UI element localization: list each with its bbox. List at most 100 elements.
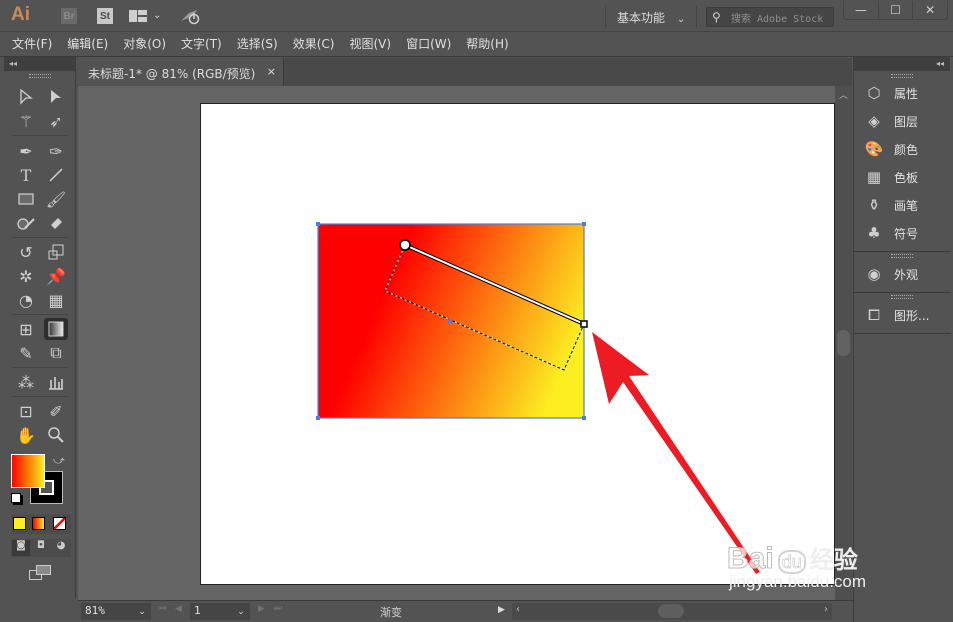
hand-tool[interactable]: ✋ <box>14 424 38 446</box>
panel-brushes[interactable]: ⚱ 画笔 <box>864 196 918 214</box>
menu-view[interactable]: 视图(V) <box>349 33 391 56</box>
horizontal-scrollbar[interactable]: ‹ › <box>512 603 832 620</box>
shaper-tool[interactable] <box>14 212 38 234</box>
app-logo: Ai <box>11 4 30 25</box>
type-tool[interactable]: T <box>14 164 38 186</box>
perspective-grid-tool[interactable]: ▦ <box>44 289 68 311</box>
menu-effect[interactable]: 效果(C) <box>293 33 335 56</box>
document-tab[interactable]: 未标题-1* @ 81% (RGB/预览) × <box>78 58 284 86</box>
gradient-end-handle[interactable] <box>580 320 588 328</box>
pen-tool[interactable]: ✒ <box>14 140 38 162</box>
panel-grip[interactable] <box>28 74 51 78</box>
status-menu-arrow[interactable]: ▶ <box>498 605 505 615</box>
direct-selection-tool[interactable] <box>44 86 68 108</box>
panel-color[interactable]: 🎨 颜色 <box>864 140 918 158</box>
scroll-right-icon[interactable]: › <box>824 604 828 615</box>
stock-search-input[interactable]: ⚲ 搜索 Adobe Stock <box>706 7 834 27</box>
horizontal-scroll-thumb[interactable] <box>658 604 684 618</box>
lasso-tool[interactable]: ➶ <box>44 110 68 132</box>
symbol-sprayer-icon: ⁂ <box>18 372 34 392</box>
gpu-performance-icon[interactable] <box>179 7 203 25</box>
scroll-left-icon[interactable]: ‹ <box>516 604 520 615</box>
scroll-up-icon[interactable]: ︿ <box>839 88 848 101</box>
close-tab-button[interactable]: × <box>267 65 276 78</box>
menu-help[interactable]: 帮助(H) <box>466 33 508 56</box>
gradient-origin-handle[interactable] <box>399 239 411 251</box>
artboard-dropdown-button[interactable]: ⌄ <box>232 603 250 620</box>
draw-normal-button[interactable]: ◙ <box>12 540 30 556</box>
menu-file[interactable]: 文件(F) <box>12 33 52 56</box>
shape-builder-tool[interactable]: ◔ <box>14 289 38 311</box>
panel-graphic-styles[interactable]: ⧠ 图形... <box>864 306 929 324</box>
rectangle-tool[interactable] <box>14 188 38 210</box>
close-button[interactable]: ✕ <box>912 1 947 19</box>
blend-tool[interactable]: ⧉ <box>44 342 68 364</box>
previous-artboard-button[interactable]: ◀ <box>175 604 182 614</box>
rotate-tool[interactable]: ↺ <box>14 241 38 263</box>
paintbrush-tool[interactable]: 🖌 <box>44 188 68 210</box>
swap-fill-stroke-icon[interactable]: ⤻ <box>53 454 65 468</box>
panel-layers-label: 图层 <box>894 114 919 129</box>
gradient-tool[interactable] <box>44 318 68 340</box>
panel-grip[interactable] <box>891 295 913 299</box>
pin-tool[interactable]: 📌 <box>44 265 68 287</box>
canvas-area[interactable] <box>78 86 835 600</box>
puppet-warp-tool[interactable]: ✲ <box>14 265 38 287</box>
collapse-dock-button[interactable]: ◂◂ <box>854 57 950 71</box>
next-artboard-button[interactable]: ▶ <box>258 604 265 614</box>
menu-select[interactable]: 选择(S) <box>237 33 278 56</box>
magic-wand-tool[interactable]: ⚚ <box>14 110 38 132</box>
bridge-button[interactable]: Br <box>61 8 77 24</box>
selection-tool[interactable] <box>14 86 38 108</box>
minimize-button[interactable]: — <box>844 1 878 19</box>
menu-window[interactable]: 窗口(W) <box>406 33 451 56</box>
scale-tool[interactable] <box>44 241 68 263</box>
stock-button[interactable]: St <box>97 8 113 24</box>
panel-symbols[interactable]: ♣ 符号 <box>864 224 918 242</box>
selection-handle[interactable] <box>582 416 586 420</box>
eraser-tool[interactable] <box>44 212 68 234</box>
default-fill-stroke-icon[interactable] <box>11 493 21 503</box>
color-mode-button[interactable] <box>13 517 26 530</box>
arrange-documents-icon[interactable] <box>129 10 147 22</box>
panel-layers[interactable]: ◈ 图层 <box>864 112 918 130</box>
zoom-tool[interactable] <box>44 424 68 446</box>
menu-type[interactable]: 文字(T) <box>181 33 222 56</box>
collapse-panel-button[interactable]: ◂◂ <box>4 57 75 71</box>
none-mode-button[interactable] <box>53 517 66 530</box>
slice-tool[interactable]: ✐ <box>44 400 68 422</box>
symbol-sprayer-tool[interactable]: ⁂ <box>14 371 38 393</box>
zoom-dropdown-button[interactable]: ⌄ <box>133 603 151 620</box>
panel-appearance[interactable]: ◉ 外观 <box>864 265 918 283</box>
panel-properties[interactable]: ⬡ 属性 <box>864 84 918 102</box>
last-artboard-button[interactable]: ⏭ <box>274 604 282 614</box>
maximize-button[interactable]: ☐ <box>877 1 913 19</box>
selection-handle[interactable] <box>316 222 320 226</box>
menu-edit[interactable]: 编辑(E) <box>67 33 108 56</box>
draw-inside-button[interactable]: ◕ <box>52 540 70 556</box>
paintbrush-icon: 🖌 <box>45 189 67 209</box>
draw-behind-button[interactable]: ◘ <box>32 540 50 556</box>
mesh-tool[interactable]: ⊞ <box>14 318 38 340</box>
first-artboard-button[interactable]: ⏮ <box>158 604 166 614</box>
artboard-tool[interactable]: ⊡ <box>14 400 38 422</box>
screen-mode-button[interactable] <box>29 565 53 581</box>
zoom-level-field[interactable]: 81% <box>81 603 133 620</box>
column-graph-tool[interactable] <box>44 371 68 393</box>
artboard-number-field[interactable]: 1 <box>190 603 232 620</box>
curvature-tool[interactable]: ✑ <box>44 140 68 162</box>
panel-swatches[interactable]: ▦ 色板 <box>864 168 918 186</box>
selection-handle[interactable] <box>316 416 320 420</box>
line-segment-tool[interactable] <box>44 164 68 186</box>
vertical-scroll-thumb[interactable] <box>837 330 850 356</box>
panel-grip[interactable] <box>891 74 913 78</box>
vertical-scrollbar[interactable]: ︿ <box>835 86 852 600</box>
chevron-down-icon[interactable]: ⌄ <box>153 10 161 21</box>
eyedropper-tool[interactable]: ✎ <box>14 342 38 364</box>
panel-grip[interactable] <box>891 254 913 258</box>
fill-swatch[interactable] <box>11 454 45 488</box>
workspace-switcher[interactable]: 基本功能 ⌄ <box>617 9 685 26</box>
menu-object[interactable]: 对象(O) <box>123 33 166 56</box>
selection-handle[interactable] <box>582 222 586 226</box>
gradient-mode-button[interactable] <box>32 517 45 530</box>
